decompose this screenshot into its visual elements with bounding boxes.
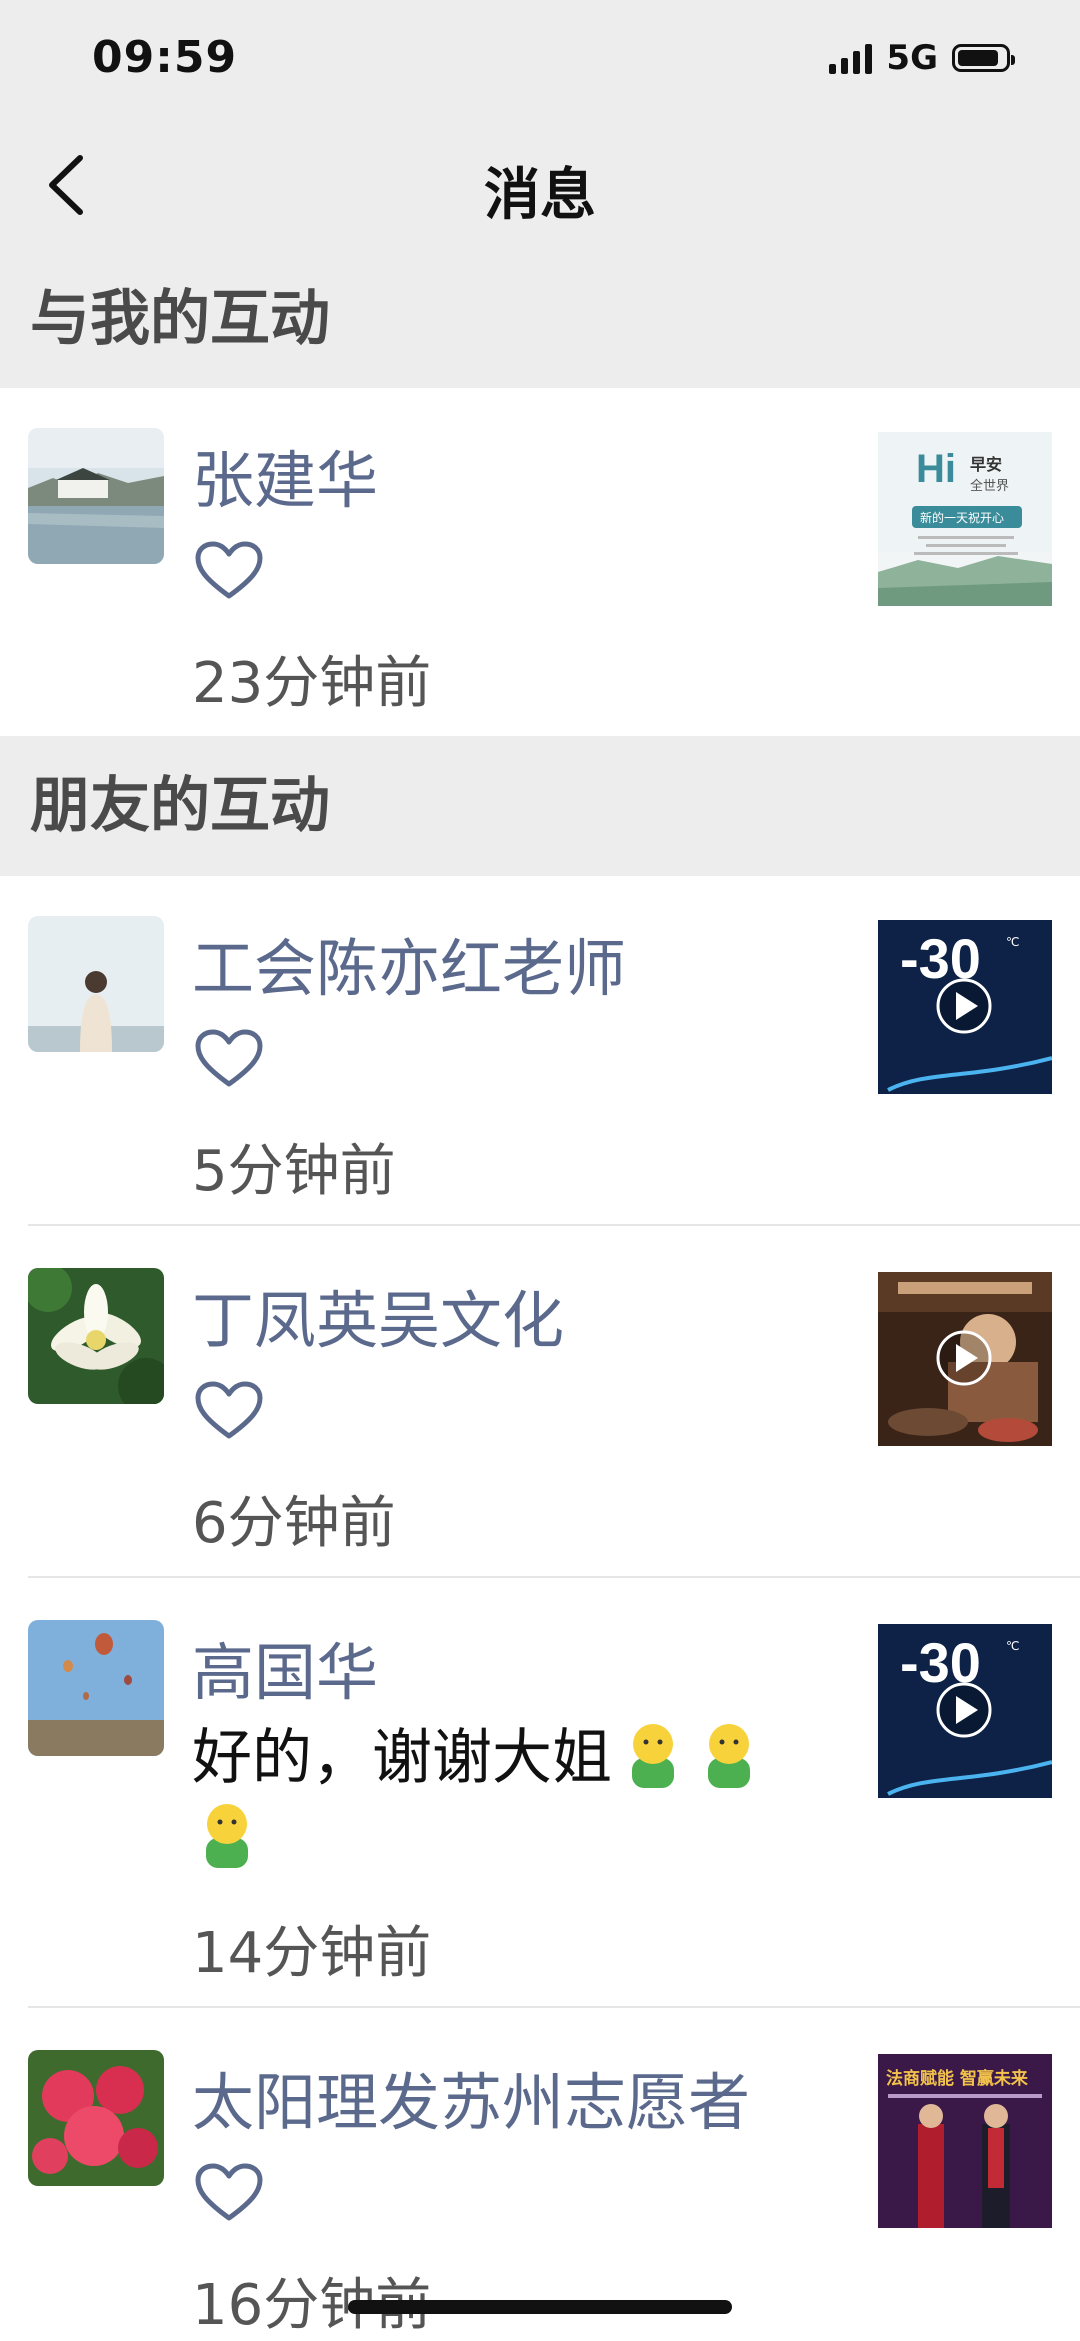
thumb-unit: ℃ [1006, 935, 1019, 949]
comment-text: 好的，谢谢大姐 [192, 1718, 812, 1878]
video-thumbnail[interactable] [878, 1272, 1052, 1446]
signal-icon [829, 42, 873, 74]
comment-message: 好的，谢谢大姐 [192, 1723, 612, 1793]
video-thumbnail[interactable]: -30 ℃ [878, 920, 1052, 1094]
thumb-unit: ℃ [1006, 1639, 1019, 1653]
heart-icon [195, 1381, 263, 1439]
time-ago: 6分钟前 [192, 1491, 396, 1556]
page-title: 消息 [484, 163, 596, 228]
nav-bar: 消息 [0, 120, 1080, 250]
post-thumbnail[interactable]: Hi 早安 全世界 新的一天祝开心 [878, 432, 1052, 606]
user-name[interactable]: 张建华 [192, 430, 378, 520]
heart-icon [195, 2163, 263, 2221]
list-item[interactable]: 工会陈亦红老师 5分钟前 -30 ℃ [0, 876, 1080, 1226]
avatar[interactable] [28, 428, 164, 564]
time-ago: 14分钟前 [192, 1921, 432, 1986]
section-header-friends: 朋友的互动 [0, 736, 1080, 876]
list-item[interactable]: 高国华 好的，谢谢大姐 14分钟前 -30 ℃ [0, 1578, 1080, 2008]
time-ago: 23分钟前 [192, 651, 432, 716]
thumb-line2: 全世界 [970, 478, 1009, 494]
avatar[interactable] [28, 1268, 164, 1404]
home-indicator[interactable] [348, 2300, 732, 2314]
avatar[interactable] [28, 1620, 164, 1756]
thumb-line3: 新的一天祝开心 [920, 510, 1004, 525]
avatar[interactable] [28, 2050, 164, 2186]
emoji-icon [206, 1804, 248, 1868]
avatar[interactable] [28, 916, 164, 1052]
list-item[interactable]: 张建华 23分钟前 Hi 早安 全世界 新的一天祝开心 [0, 388, 1080, 736]
time-ago: 5分钟前 [192, 1139, 396, 1204]
battery-icon [952, 44, 1015, 72]
post-thumbnail[interactable]: 法商赋能 智赢未来 [878, 2054, 1052, 2228]
user-name[interactable]: 丁凤英吴文化 [192, 1270, 564, 1360]
section-header-mine: 与我的互动 [0, 250, 1080, 388]
video-thumbnail[interactable]: -30 ℃ [878, 1624, 1052, 1798]
emoji-icon [708, 1724, 750, 1788]
user-name[interactable]: 高国华 [192, 1622, 378, 1712]
list-item[interactable]: 太阳理发苏州志愿者 16分钟前 法商赋能 智赢未来 [0, 2008, 1080, 2339]
network-label: 5G [886, 38, 938, 78]
user-name[interactable]: 太阳理发苏州志愿者 [192, 2052, 750, 2142]
emoji-icon [632, 1724, 674, 1788]
thumb-hi: Hi [916, 447, 956, 491]
thumb-banner: 法商赋能 智赢未来 [886, 2068, 1029, 2089]
heart-icon [195, 541, 263, 599]
status-icons: 5G [829, 38, 1015, 78]
status-time: 09:59 [92, 32, 238, 83]
status-bar: 09:59 5G [0, 0, 1080, 120]
thumb-line1: 早安 [970, 455, 1002, 474]
heart-icon [195, 1029, 263, 1087]
list-item[interactable]: 丁凤英吴文化 6分钟前 [0, 1226, 1080, 1578]
user-name[interactable]: 工会陈亦红老师 [192, 918, 626, 1008]
